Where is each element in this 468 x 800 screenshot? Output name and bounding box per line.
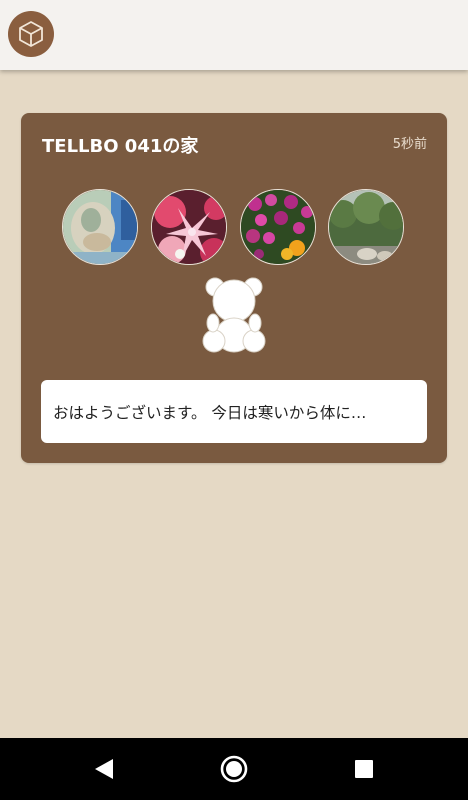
message-text: おはようございます。 今日は寒いから体に… xyxy=(53,403,367,422)
cube-icon[interactable] xyxy=(8,11,54,57)
photo-thumbnail-2[interactable] xyxy=(151,189,227,265)
recents-square-icon[interactable] xyxy=(350,755,378,783)
app-screen: TELLBO 041の家 5秒前 おはようございます。 今日は寒いから体に… xyxy=(0,0,468,800)
back-triangle-icon[interactable] xyxy=(90,755,118,783)
photo-thumbnail-4[interactable] xyxy=(328,189,404,265)
photo-thumbnail-3[interactable] xyxy=(240,189,316,265)
card-timestamp: 5秒前 xyxy=(392,137,427,152)
top-bar xyxy=(0,0,468,70)
home-card[interactable]: TELLBO 041の家 5秒前 おはようございます。 今日は寒いから体に… xyxy=(21,113,447,463)
home-circle-icon[interactable] xyxy=(220,755,248,783)
photo-thumbnail-1[interactable] xyxy=(62,189,138,265)
message-bubble[interactable]: おはようございます。 今日は寒いから体に… xyxy=(41,380,427,443)
navigation-bar xyxy=(0,738,468,800)
card-title: TELLBO 041の家 xyxy=(42,136,199,157)
teddy-bear-icon xyxy=(201,275,267,355)
